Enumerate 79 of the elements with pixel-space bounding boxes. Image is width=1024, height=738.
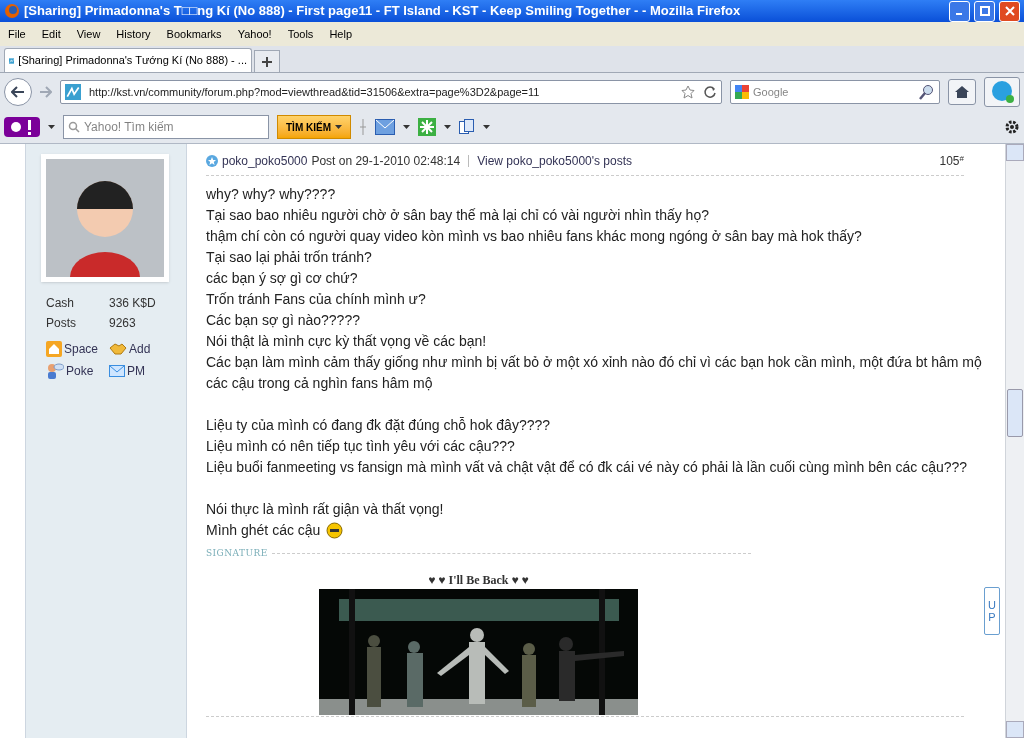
caret-icon[interactable] (483, 125, 490, 129)
search-icon[interactable] (919, 84, 935, 100)
menu-item[interactable]: Tools (287, 25, 314, 43)
menu-item[interactable]: History (116, 25, 151, 43)
post-text: why? why? why???? (206, 185, 336, 204)
plus-icon (262, 56, 272, 67)
profile-action-link[interactable]: Space (46, 340, 109, 358)
post-text: Liệu ty của mình có đang đk đặt đúng chỗ hok đây???? (206, 416, 551, 435)
yahoo-logo-icon[interactable] (4, 117, 40, 137)
tab-label: [Sharing] Primadonna's Tướng Kí (No 888) - ... (18, 53, 247, 69)
profile-action-link[interactable]: PM (109, 362, 166, 380)
signature-title: ♥ ♥ I'll Be Back ♥ ♥ (428, 571, 529, 589)
back-button[interactable] (4, 78, 32, 106)
stat-value: 9263 (109, 315, 137, 332)
menu-item[interactable]: Help (329, 25, 352, 43)
post-text: Trốn tránh Fans của chính mình ư? (206, 290, 426, 309)
browser-tab[interactable]: [Sharing] Primadonna's Tướng Kí (No 888) - ... (4, 48, 252, 72)
arrow-left-icon (11, 86, 25, 98)
mail-icon[interactable] (375, 119, 395, 135)
post-text: Tại sao bao nhiêu người chờ ở sân bay thế mà lại chỉ có vài người nhìn thấy họ? (206, 206, 709, 225)
yahoo-search-field[interactable]: Yahoo! Tìm kiếm (63, 115, 269, 139)
skype-button[interactable] (984, 77, 1020, 107)
home-button[interactable] (948, 79, 976, 105)
maximize-icon[interactable] (974, 0, 995, 22)
window-title: [Sharing] Primadonna's T□□ng Kí (No 888) - First page11 - FT Island - KST - Keep Smiling Together - - Mozilla Firefox (24, 2, 742, 21)
grip-icon (359, 119, 367, 135)
post-text: Mình ghét các cậu (206, 521, 321, 540)
stat-label: Posts (46, 315, 77, 332)
profile-action-link[interactable]: Add (109, 340, 166, 358)
caret-icon[interactable] (403, 125, 410, 129)
menu-item[interactable]: Edit (41, 25, 61, 43)
post-text: Liệu buổi fanmeeting vs fansign mà mình vất vả chật vật để có đk cái vé này có phải là lần cuối cùng mình bên các cậu??? (206, 458, 968, 477)
view-posts-link[interactable]: View poko_poko5000's posts (477, 152, 633, 170)
menu-item[interactable]: File (8, 25, 26, 43)
post-text: Tại sao lại phải trốn tránh? (206, 248, 372, 267)
star-icon[interactable] (681, 85, 695, 99)
caret-icon (335, 125, 342, 129)
site-icon (65, 84, 81, 100)
profile-action-link[interactable]: Poke (46, 362, 109, 380)
search-field[interactable]: Google (730, 80, 940, 104)
smiley-icon (326, 522, 344, 539)
menu-item[interactable]: Yahoo! (237, 25, 272, 43)
post-text: các bạn ý sợ gì cơ chứ? (206, 269, 358, 288)
browser-logo-icon (4, 3, 20, 19)
person-icon (46, 363, 64, 379)
post-text: Nói thực là mình rất giận và thất vọng! (206, 500, 444, 519)
reload-icon[interactable] (703, 85, 717, 99)
post-text: Nói thật là mình cực kỳ thất vọng về các bạn! (206, 332, 487, 351)
post-number: 105$^{#}$ (939, 153, 964, 170)
home-icon (46, 341, 62, 357)
settings-icon[interactable] (1004, 119, 1020, 135)
address-field[interactable]: http://kst.vn/community/forum.php?mod=viewthread&tid=31506&extra=page%3D2&page=11 (60, 80, 722, 104)
yahoo-search-input[interactable]: Yahoo! Tìm kiếm (84, 118, 264, 136)
google-icon (735, 85, 749, 99)
signature-label: SIGNATURE (206, 547, 268, 560)
post-text: thậm chí còn có người quay video kòn mình vs bao nhiêu fans khác mong ngóng ở sân bay mà hok thấy? (206, 227, 862, 246)
post-text: Liệu mình có nên tiếp tục tình yêu với các cậu??? (206, 437, 515, 456)
search-input[interactable]: Google (753, 83, 915, 101)
asterisk-icon[interactable] (418, 118, 436, 136)
scroll-up-button[interactable]: UP (984, 587, 1000, 635)
minimize-icon[interactable] (949, 0, 970, 22)
post-date: Post on 29-1-2010 02:48:14 (311, 153, 461, 170)
home-icon (954, 85, 970, 99)
menu-item[interactable]: Bookmarks (166, 25, 222, 43)
post-text: Các bạn làm mình cảm thấy giống như mình bị vất bỏ ở một xó xỉnh nào đó chỉ vì các bạn hok cần mình, một đứa bt hâm mộ các cậu trong cả nghìn fans hâm mộ (206, 353, 983, 393)
mail-icon (109, 365, 125, 377)
post-text: Các bạn sợ gì nào????? (206, 311, 360, 330)
new-tab-button[interactable] (254, 50, 280, 72)
star-icon (206, 155, 218, 167)
stat-value: 336 K$D (109, 295, 157, 312)
stat-label: Cash (46, 295, 75, 312)
yahoo-search-button[interactable]: TÌM KIẾM (277, 115, 351, 139)
menu-item[interactable]: View (76, 25, 101, 43)
caret-icon[interactable] (444, 125, 451, 129)
search-icon (68, 121, 80, 133)
caret-icon[interactable] (48, 125, 55, 129)
close-icon[interactable] (999, 0, 1020, 22)
pages-icon[interactable] (459, 119, 475, 135)
author-link[interactable]: poko_poko5000 (222, 152, 308, 170)
